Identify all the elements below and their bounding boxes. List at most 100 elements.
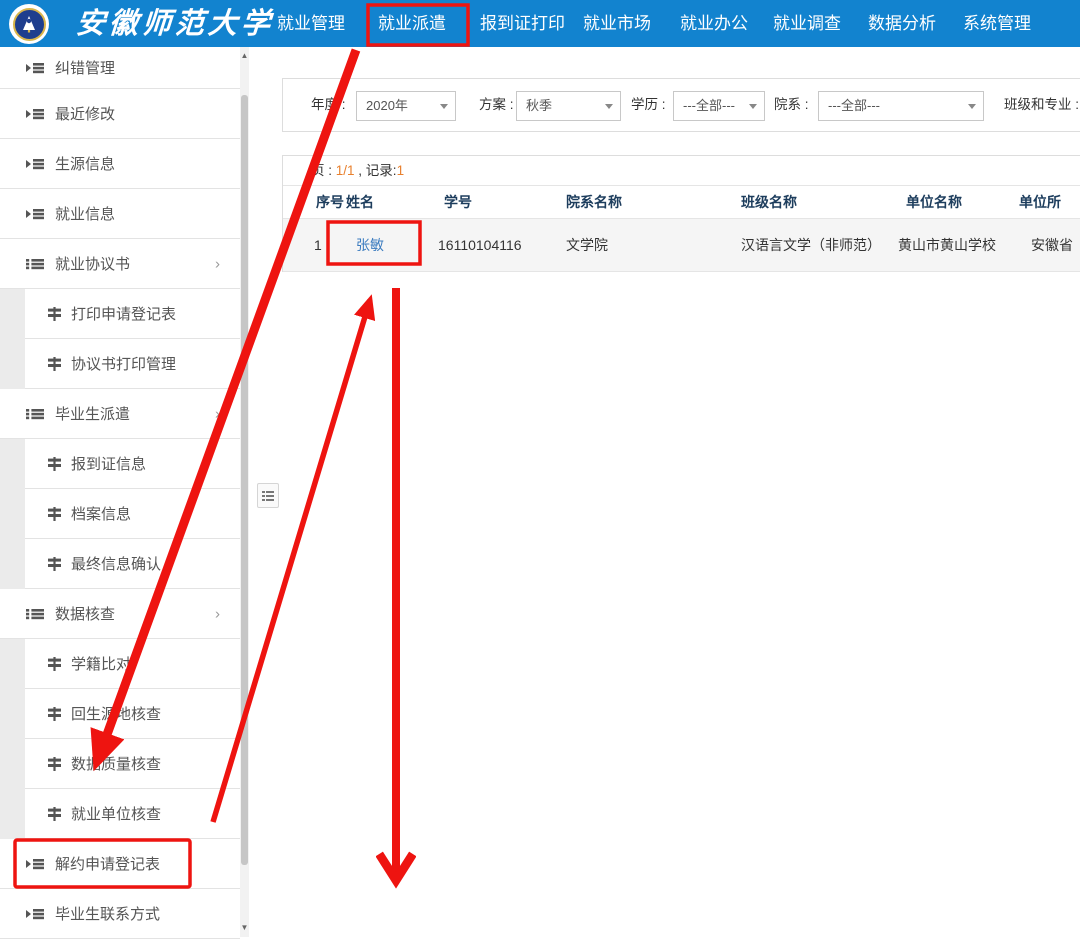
nav-data-analysis[interactable]: 数据分析 — [868, 0, 936, 47]
scrollbar-thumb[interactable] — [241, 95, 248, 865]
page-label: 页 : — [311, 163, 336, 178]
nav-job-market[interactable]: 就业市场 — [583, 0, 651, 47]
sidebar-item-print-application-form[interactable]: 打印申请登记表 — [25, 289, 240, 339]
year-select-value: 2020年 — [366, 98, 408, 113]
student-name-link[interactable]: 张敏 — [356, 219, 384, 272]
year-filter-label: 年度 : — [311, 79, 346, 131]
sidebar-item-employment-info[interactable]: 就业信息 — [0, 189, 240, 239]
year-select[interactable]: 2020年 — [356, 91, 456, 121]
sidebar-item-graduate-contact-info[interactable]: 毕业生联系方式 — [0, 889, 240, 939]
cell-student-id: 16110104116 — [438, 219, 522, 272]
plan-select-value: 秋季 — [526, 98, 552, 113]
sidebar-item-employment-agreement[interactable]: 就业协议书 › — [0, 239, 240, 289]
chevron-right-icon: › — [215, 405, 220, 422]
col-header-department: 院系名称 — [566, 186, 622, 219]
sidebar-item-label: 打印申请登记表 — [71, 303, 176, 324]
dropdown-arrow-icon — [605, 104, 613, 109]
col-header-name: 姓名 — [346, 186, 374, 219]
sidebar-item-label: 数据核查 — [55, 603, 115, 624]
degree-filter-label: 学历 : — [631, 79, 666, 131]
milestone-icon — [47, 657, 62, 671]
col-header-index: 序号 — [316, 186, 344, 219]
sidebar-item-label: 报到证信息 — [71, 453, 146, 474]
nav-employment-management[interactable]: 就业管理 — [277, 0, 345, 47]
sidebar-item-label: 回生源地核查 — [71, 703, 161, 724]
sidebar-item-label: 就业协议书 — [55, 253, 130, 274]
sidebar-item-hometown-return-check[interactable]: 回生源地核查 — [25, 689, 240, 739]
sidebar-item-error-correction[interactable]: 纠错管理 — [0, 47, 240, 89]
records-count: 1 — [397, 163, 405, 178]
sidebar-item-data-quality-check[interactable]: 数据质量核查 — [25, 739, 240, 789]
milestone-icon — [47, 307, 62, 321]
filter-panel: 年度 : 2020年 方案 : 秋季 学历 : ---全部--- 院系 : --… — [282, 78, 1080, 132]
nav-system-management[interactable]: 系统管理 — [963, 0, 1031, 47]
sidebar-item-label: 最终信息确认 — [71, 553, 161, 574]
sidebar-item-final-info-confirmation[interactable]: 最终信息确认 — [25, 539, 240, 589]
sidebar-item-employer-check[interactable]: 就业单位核查 — [25, 789, 240, 839]
sidebar-scrollbar[interactable]: ▲ ▼ — [240, 47, 249, 937]
sidebar-item-label: 协议书打印管理 — [71, 353, 176, 374]
sidebar-item-agreement-print-management[interactable]: 协议书打印管理 — [25, 339, 240, 389]
department-select-value: ---全部--- — [828, 98, 880, 113]
table-row: 1 张敏 16110104116 文学院 汉语言文学（非师范） 黄山市黄山学校 … — [283, 219, 1080, 272]
col-header-class: 班级名称 — [741, 186, 797, 219]
cell-department: 文学院 — [566, 219, 608, 272]
chevron-right-icon: › — [215, 605, 220, 622]
milestone-icon — [47, 757, 62, 771]
sidebar-item-label: 就业单位核查 — [71, 803, 161, 824]
col-header-student-id: 学号 — [444, 186, 472, 219]
nav-employment-survey[interactable]: 就业调查 — [773, 0, 841, 47]
sidebar-item-data-verification[interactable]: 数据核查 › — [0, 589, 240, 639]
chevron-right-icon: › — [215, 255, 220, 272]
list-arrow-icon — [26, 207, 44, 221]
university-name: 安徽师范大学 — [75, 4, 276, 44]
list-icon — [26, 407, 44, 421]
plan-select[interactable]: 秋季 — [516, 91, 621, 121]
scroll-down-icon[interactable]: ▼ — [240, 921, 249, 935]
nav-employment-office[interactable]: 就业办公 — [680, 0, 748, 47]
milestone-icon — [47, 457, 62, 471]
list-arrow-icon — [26, 907, 44, 921]
dropdown-arrow-icon — [749, 104, 757, 109]
sidebar-item-label: 生源信息 — [55, 153, 115, 174]
sidebar-item-label: 学籍比对 — [71, 653, 131, 674]
cell-index: 1 — [314, 219, 322, 272]
pagination-bar: 页 : 1/1 , 记录:1 — [283, 156, 1080, 186]
milestone-icon — [47, 507, 62, 521]
list-arrow-icon — [26, 857, 44, 871]
sidebar-item-registration-card-info[interactable]: 报到证信息 — [25, 439, 240, 489]
col-header-employer: 单位名称 — [906, 186, 962, 219]
sidebar-item-label: 毕业生派遣 — [55, 403, 130, 424]
collapse-icon — [262, 490, 274, 502]
cell-employer: 黄山市黄山学校 — [898, 219, 996, 272]
sidebar-item-label: 最近修改 — [55, 103, 115, 124]
cell-employer-location: 安徽省 — [1031, 219, 1073, 272]
sidebar-item-student-source-info[interactable]: 生源信息 — [0, 139, 240, 189]
list-icon — [26, 257, 44, 271]
sidebar-menu: 纠错管理 最近修改 生源信息 就业信息 就业协议书 › 打印申请登记表 协议书打… — [0, 47, 240, 937]
department-select[interactable]: ---全部--- — [818, 91, 984, 121]
sidebar-collapse-handle[interactable] — [257, 483, 279, 508]
nav-registration-card-print[interactable]: 报到证打印 — [480, 0, 565, 47]
degree-select-value: ---全部--- — [683, 98, 735, 113]
list-icon — [26, 607, 44, 621]
list-arrow-icon — [26, 157, 44, 171]
scroll-up-icon[interactable]: ▲ — [240, 49, 249, 63]
sidebar-item-student-status-comparison[interactable]: 学籍比对 — [25, 639, 240, 689]
milestone-icon — [47, 807, 62, 821]
department-filter-label: 院系 : — [774, 79, 809, 131]
sidebar-item-archive-info[interactable]: 档案信息 — [25, 489, 240, 539]
results-table-panel: 页 : 1/1 , 记录:1 序号 姓名 学号 院系名称 班级名称 单位名称 单… — [282, 155, 1080, 272]
list-arrow-icon — [26, 61, 44, 75]
sidebar-item-termination-application-form[interactable]: 解约申请登记表 — [0, 839, 240, 889]
table-header-row: 序号 姓名 学号 院系名称 班级名称 单位名称 单位所 — [283, 186, 1080, 219]
list-arrow-icon — [26, 107, 44, 121]
cell-class: 汉语言文学（非师范） — [741, 219, 881, 272]
sidebar-item-label: 解约申请登记表 — [55, 853, 160, 874]
dropdown-arrow-icon — [440, 104, 448, 109]
sidebar-item-recent-changes[interactable]: 最近修改 — [0, 89, 240, 139]
sidebar-item-graduate-dispatch[interactable]: 毕业生派遣 › — [0, 389, 240, 439]
sidebar-item-label: 纠错管理 — [55, 57, 115, 78]
degree-select[interactable]: ---全部--- — [673, 91, 765, 121]
nav-employment-dispatch[interactable]: 就业派遣 — [378, 0, 446, 47]
